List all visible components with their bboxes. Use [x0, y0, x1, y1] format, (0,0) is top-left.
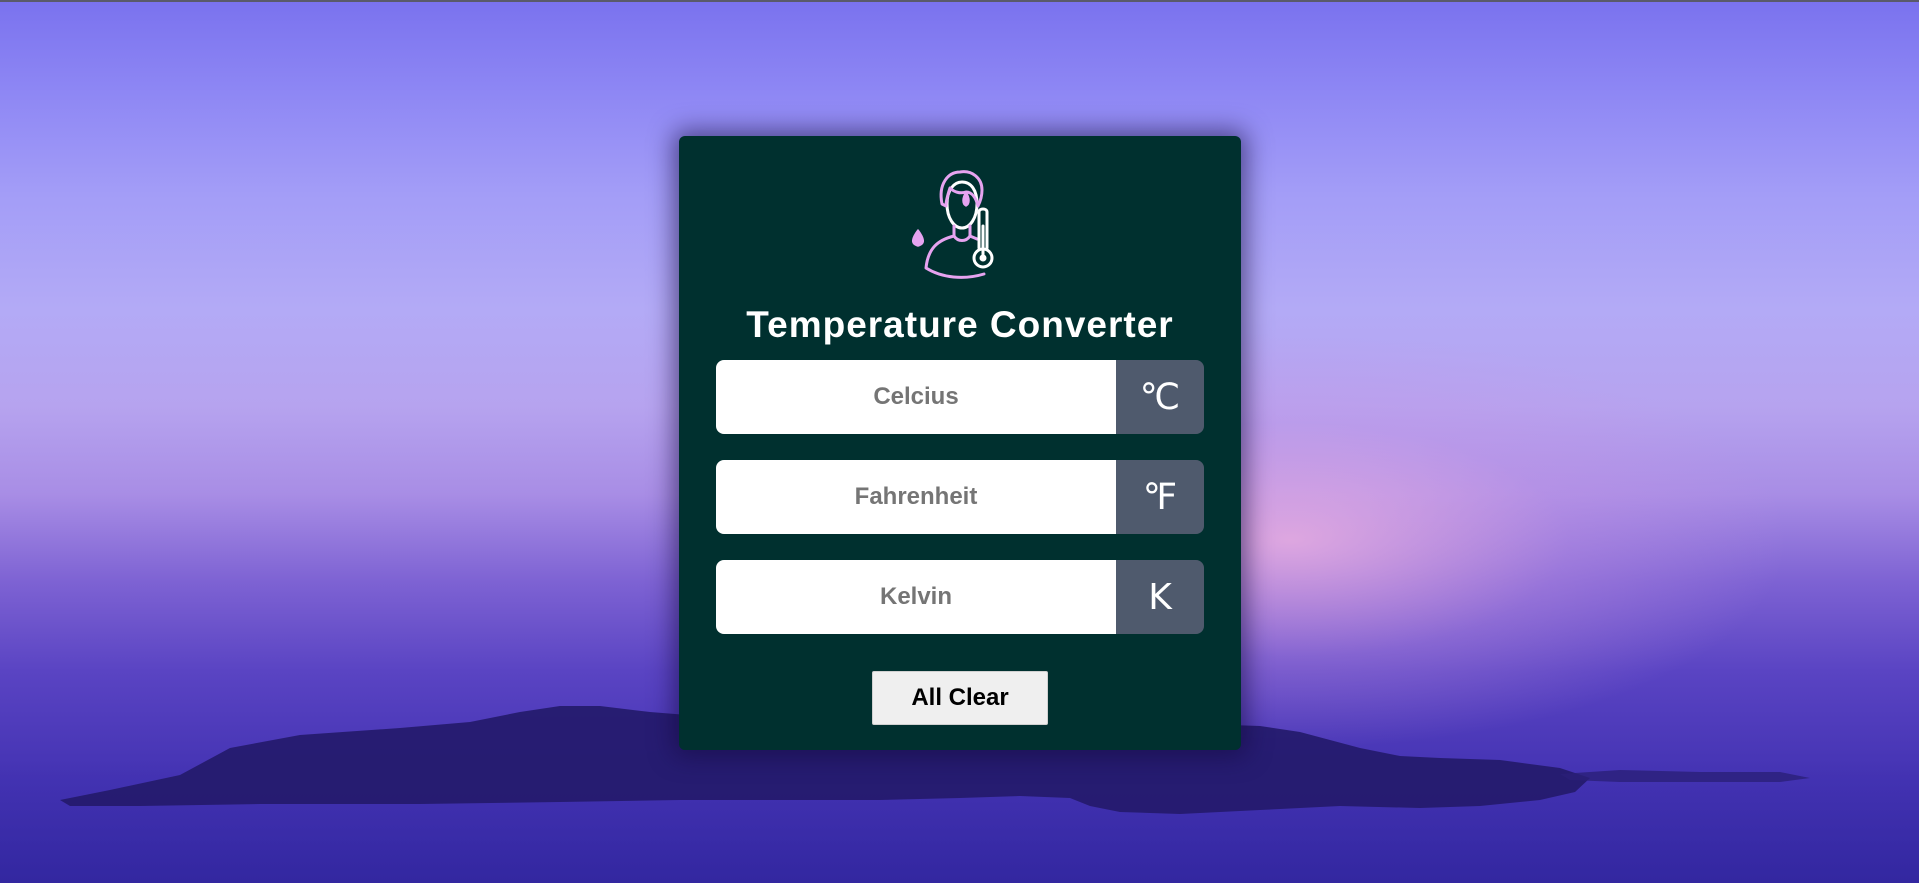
kelvin-unit-label: K: [1116, 560, 1204, 634]
kelvin-input[interactable]: [716, 560, 1116, 634]
fahrenheit-row: ℉: [716, 460, 1204, 534]
fahrenheit-input[interactable]: [716, 460, 1116, 534]
celsius-input[interactable]: [716, 360, 1116, 434]
fahrenheit-unit-label: ℉: [1116, 460, 1204, 534]
page-title: Temperature Converter: [746, 304, 1174, 345]
person-thermometer-sweat-icon: [912, 170, 994, 279]
celsius-unit-label: ℃: [1116, 360, 1204, 434]
all-clear-button[interactable]: All Clear: [872, 671, 1048, 725]
celsius-row: ℃: [716, 360, 1204, 434]
converter-card: Temperature Converter ℃ ℉ K All Clear: [679, 136, 1241, 750]
kelvin-row: K: [716, 560, 1204, 634]
